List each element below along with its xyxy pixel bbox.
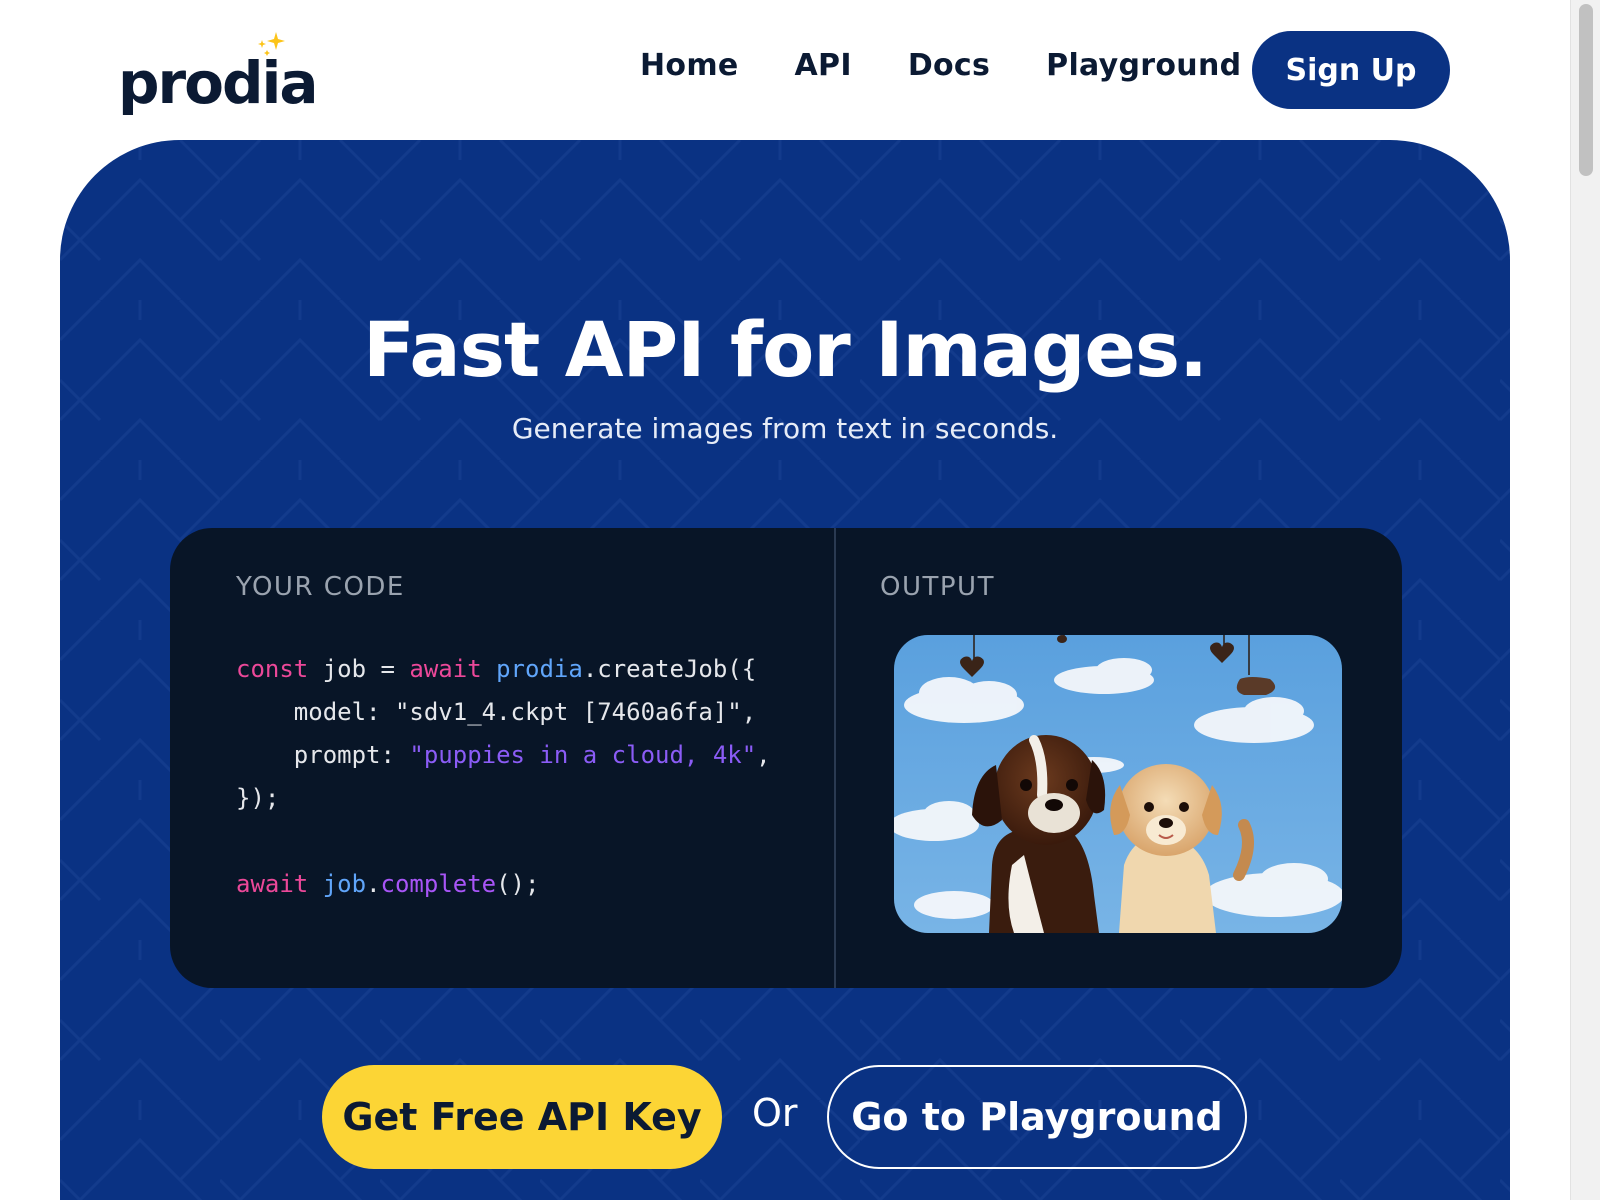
prodia-logo[interactable]: prodia (118, 32, 319, 117)
nav-home[interactable]: Home (640, 48, 739, 83)
scrollbar-thumb[interactable] (1579, 4, 1593, 176)
hero-title: Fast API for Images. (362, 305, 1208, 394)
output-image (894, 635, 1342, 933)
hero-section: Fast API for Images. Generate images fro… (60, 140, 1510, 1200)
nav-playground[interactable]: Playground (1046, 48, 1241, 83)
nav-api[interactable]: API (795, 48, 852, 83)
sparkle-icon (258, 32, 285, 56)
page-scrollbar[interactable] (1570, 0, 1600, 1200)
site-header: prodia Home API Docs Playground Sign Up (0, 0, 1570, 140)
code-label: YOUR CODE (236, 572, 405, 602)
nav-docs[interactable]: Docs (908, 48, 990, 83)
get-api-key-button[interactable]: Get Free API Key (322, 1065, 722, 1169)
or-text: Or (752, 1091, 798, 1135)
output-label: OUTPUT (880, 572, 995, 602)
code-line: const job = await prodia.createJob({ (236, 655, 757, 683)
main-nav: Home API Docs Playground (640, 48, 1297, 83)
code-block: const job = await prodia.createJob({ mod… (236, 648, 771, 906)
logo-wordmark: prodia (118, 49, 319, 117)
go-to-playground-button[interactable]: Go to Playground (827, 1065, 1247, 1169)
panel-divider (834, 528, 836, 988)
code-line: model: "sdv1_4.ckpt [7460a6fa]", (236, 698, 757, 726)
hero-subtitle: Generate images from text in seconds. (511, 412, 1059, 445)
code-line: }); (236, 784, 280, 812)
code-demo-panel: YOUR CODE OUTPUT const job = await prodi… (170, 528, 1402, 988)
sign-up-button[interactable]: Sign Up (1252, 31, 1450, 109)
code-line: prompt: "puppies in a cloud, 4k", (236, 741, 771, 769)
code-line: await job.complete(); (236, 870, 540, 898)
